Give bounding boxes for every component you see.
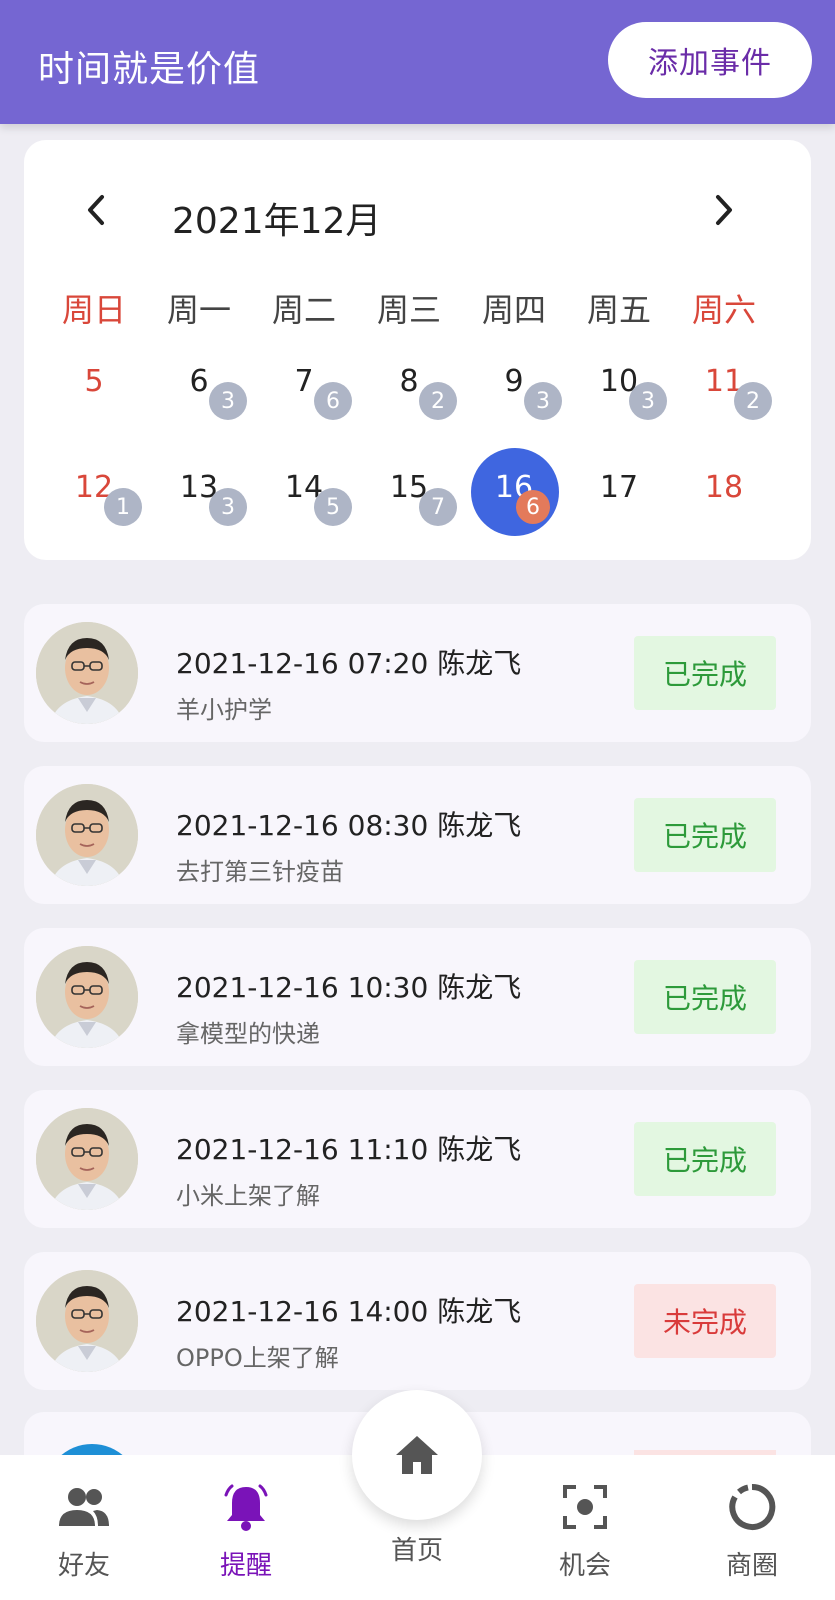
person-avatar-icon [36,1270,138,1372]
tab-label: 机会 [558,1551,611,1581]
event-count-badge: 3 [209,488,247,526]
calendar-day[interactable]: 6 3 [149,364,249,464]
avatar [36,1270,138,1372]
status-badge[interactable]: 已完成 [634,636,776,710]
page-title: 时间就是价值 [38,49,261,90]
calendar-day[interactable]: 18 [674,470,774,570]
calendar-day[interactable]: 15 7 [359,470,459,570]
event-description: 羊小护学 [176,696,272,724]
event-title: 2021-12-16 11:10 陈龙飞 [176,1133,522,1166]
event-description: 拿模型的快递 [176,1020,320,1048]
avatar [36,784,138,886]
event-count-badge: 6 [314,382,352,420]
weekday-label: 周六 [691,291,756,329]
event-description: 小米上架了解 [176,1182,320,1210]
calendar-day[interactable]: 13 3 [149,470,249,570]
chevron-right-icon [716,195,732,225]
event-title: 2021-12-16 14:00 陈龙飞 [176,1295,522,1328]
day-number: 5 [84,364,104,399]
avatar [36,946,138,1048]
status-badge[interactable]: 已完成 [634,960,776,1034]
scan-target-icon [555,1477,615,1537]
event-count-badge: 1 [104,488,142,526]
avatar [36,1108,138,1210]
weekday-label: 周一 [166,291,231,329]
day-number: 17 [599,470,639,505]
person-avatar-icon [36,622,138,724]
person-avatar-icon [36,946,138,1048]
app-header: 时间就是价值 添加事件 [0,0,835,124]
event-item[interactable]: 2021-12-16 07:20 陈龙飞 羊小护学 已完成 [24,604,811,742]
calendar-day[interactable]: 10 3 [569,364,669,464]
event-count-badge: 2 [734,382,772,420]
day-number: 16 [494,470,534,505]
event-item[interactable]: 2021-12-16 14:00 陈龙飞 OPPO上架了解 未完成 [24,1252,811,1390]
tab-label: 好友 [57,1551,110,1581]
chevron-left-icon [88,195,104,225]
calendar-day[interactable]: 14 5 [254,470,354,570]
event-title: 2021-12-16 07:20 陈龙飞 [176,647,522,680]
tab-label: 商圈 [725,1551,778,1581]
event-count-badge: 3 [209,382,247,420]
calendar-day[interactable]: 5 [44,364,144,464]
tab-label: 提醒 [219,1551,272,1581]
event-count-badge: 5 [314,488,352,526]
tab-circle[interactable]: 商圈 [682,1465,822,1585]
tab-friends[interactable]: 好友 [14,1465,154,1585]
event-description: OPPO上架了解 [176,1344,339,1372]
add-event-button[interactable]: 添加事件 [608,22,812,98]
bell-icon [216,1477,276,1537]
day-number: 18 [704,470,744,505]
status-badge[interactable]: 已完成 [634,1122,776,1196]
avatar [36,622,138,724]
person-avatar-icon [36,784,138,886]
tab-opportunity[interactable]: 机会 [515,1465,655,1585]
event-count-badge: 7 [419,488,457,526]
home-button[interactable] [352,1390,482,1520]
calendar-day[interactable]: 12 1 [44,470,144,570]
calendar-month-label: 2021年12月 [172,201,382,242]
home-icon [396,1436,438,1474]
calendar-day[interactable]: 7 6 [254,364,354,464]
event-title: 2021-12-16 08:30 陈龙飞 [176,809,522,842]
circle-icon [722,1477,782,1537]
status-badge[interactable]: 已完成 [634,798,776,872]
calendar: 2021年12月 周日 周一 周二 周三 周四 周五 周六 5 6 3 7 6 … [24,140,811,560]
event-count-badge: 6 [516,490,550,524]
weekday-label: 周二 [271,291,336,329]
tab-home-label: 首页 [390,1536,443,1566]
calendar-day[interactable]: 8 2 [359,364,459,464]
person-avatar-icon [36,1108,138,1210]
event-item[interactable]: 2021-12-16 10:30 陈龙飞 拿模型的快递 已完成 [24,928,811,1066]
event-description: 去打第三针疫苗 [176,858,344,886]
event-title: 2021-12-16 10:30 陈龙飞 [176,971,522,1004]
status-badge[interactable]: 未完成 [634,1284,776,1358]
calendar-day[interactable]: 11 2 [674,364,774,464]
prev-month-button[interactable] [76,190,116,230]
event-count-badge: 3 [524,382,562,420]
weekday-row: 周日 周一 周二 周三 周四 周五 周六 [24,285,811,329]
tab-reminder[interactable]: 提醒 [176,1465,316,1585]
calendar-day[interactable]: 17 [569,470,669,570]
weekday-label: 周三 [376,291,441,329]
event-count-badge: 3 [629,382,667,420]
weekday-label: 周四 [481,291,546,329]
next-month-button[interactable] [704,190,744,230]
event-count-badge: 2 [419,382,457,420]
event-item[interactable]: 2021-12-16 11:10 陈龙飞 小米上架了解 已完成 [24,1090,811,1228]
friends-icon [54,1477,114,1537]
weekday-label: 周日 [61,291,126,329]
weekday-label: 周五 [586,291,651,329]
event-item[interactable]: 2021-12-16 08:30 陈龙飞 去打第三针疫苗 已完成 [24,766,811,904]
calendar-day-selected[interactable]: 16 6 [464,448,564,570]
